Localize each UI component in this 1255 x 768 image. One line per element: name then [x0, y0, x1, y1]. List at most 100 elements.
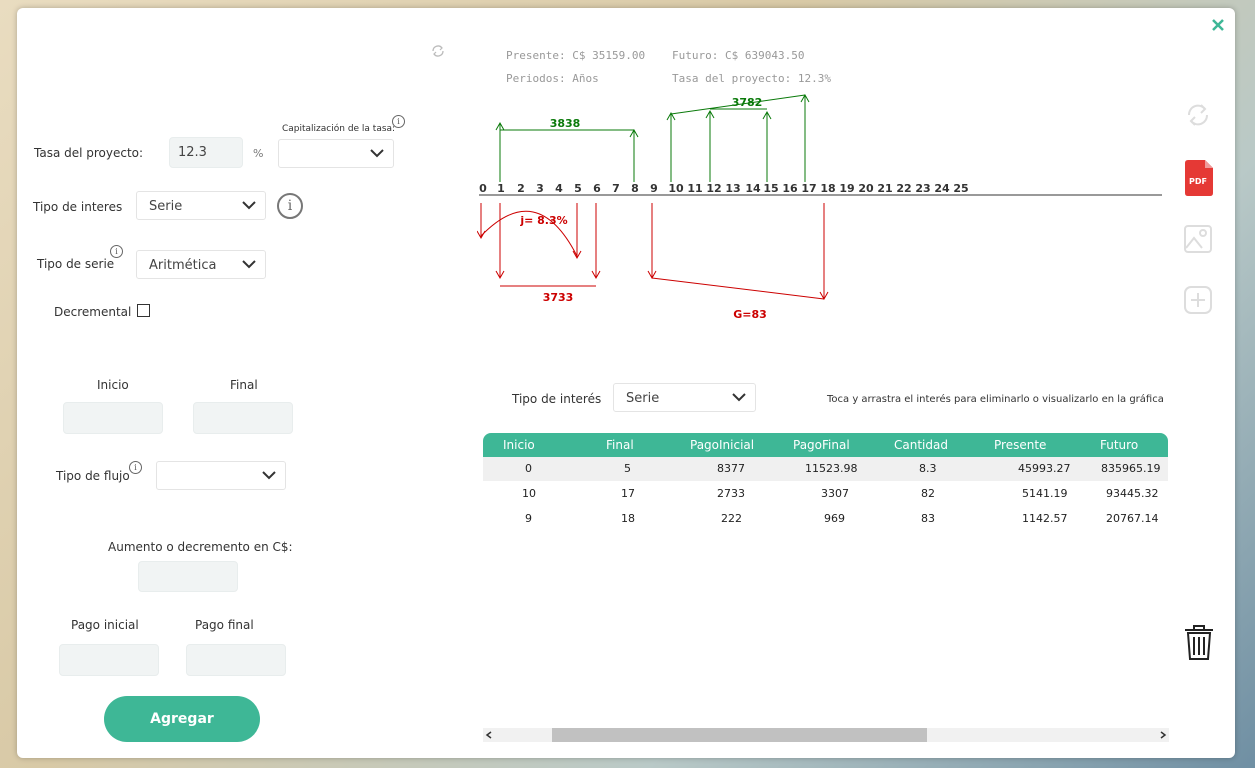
- tick-label: 19: [839, 182, 854, 195]
- chevron-down-icon: [242, 201, 256, 210]
- tick-label: 6: [593, 182, 601, 195]
- tick-label: 18: [820, 182, 835, 195]
- label-3838: 3838: [550, 117, 581, 130]
- cell-pagoinicial: 8377: [717, 462, 745, 475]
- header-cantidad[interactable]: Cantidad: [894, 438, 948, 452]
- info-icon[interactable]: i: [277, 193, 303, 219]
- decremental-checkbox[interactable]: [137, 304, 150, 317]
- cell-cantidad: 83: [921, 512, 935, 525]
- pago-final-input[interactable]: [186, 644, 286, 676]
- tipo-serie-value: Aritmética: [149, 258, 217, 273]
- header-inicio[interactable]: Inicio: [503, 438, 535, 452]
- info-icon[interactable]: i: [129, 461, 142, 474]
- header-presente[interactable]: Presente: [994, 438, 1046, 452]
- tipo-interes-value: Serie: [149, 199, 183, 214]
- table-row[interactable]: 9 18 222 969 83 1142.57 20767.14: [483, 507, 1168, 531]
- final-input[interactable]: [193, 402, 293, 434]
- table-header: Inicio Final PagoInicial PagoFinal Canti…: [483, 433, 1168, 457]
- tick-label: 23: [915, 182, 930, 195]
- trash-icon[interactable]: [1182, 624, 1216, 662]
- hint-text: Toca y arrastra el interés para eliminar…: [827, 394, 1164, 405]
- tasa-input[interactable]: 12.3: [169, 137, 243, 168]
- cell-pagofinal: 3307: [821, 487, 849, 500]
- refresh-icon[interactable]: [1185, 102, 1211, 128]
- cell-pagoinicial: 2733: [717, 487, 745, 500]
- tick-label: 14: [745, 182, 761, 195]
- capitalizacion-select[interactable]: [278, 139, 394, 168]
- decremental-label: Decremental: [54, 305, 132, 319]
- tick-label: 5: [574, 182, 582, 195]
- scroll-right-icon[interactable]: [1159, 731, 1167, 739]
- tick-label: 11: [687, 182, 702, 195]
- pago-inicial-label: Pago inicial: [71, 618, 139, 632]
- table-row[interactable]: 0 5 8377 11523.98 8.3 45993.27 835965.19: [483, 457, 1168, 481]
- presente-text: Presente: C$ 35159.00: [506, 49, 646, 62]
- cell-presente: 45993.27: [1018, 462, 1071, 475]
- pago-final-label: Pago final: [195, 618, 254, 632]
- inicio-input[interactable]: [63, 402, 163, 434]
- cell-final: 17: [621, 487, 635, 500]
- label-3733: 3733: [543, 291, 574, 304]
- tick-label: 12: [706, 182, 721, 195]
- green-series-1-8: [495, 121, 639, 182]
- chevron-down-icon: [370, 149, 384, 158]
- header-final[interactable]: Final: [606, 438, 634, 452]
- tipo-flujo-select[interactable]: [156, 461, 286, 490]
- tipo-interes-right-label: Tipo de interés: [512, 392, 602, 406]
- timeline-ticks: 0 1 2 3 4 5 6 7 8 9 10 11 12 13 14 15 16 17 18 19 20 21 22 23 24…: [479, 182, 968, 195]
- header-futuro[interactable]: Futuro: [1100, 438, 1138, 452]
- cell-cantidad: 82: [921, 487, 935, 500]
- tick-label: 7: [612, 182, 620, 195]
- tipo-interes-right-select[interactable]: Serie: [613, 383, 756, 412]
- aumento-input[interactable]: [138, 561, 238, 592]
- chevron-down-icon: [262, 471, 276, 480]
- pago-inicial-input[interactable]: [59, 644, 159, 676]
- info-icon[interactable]: i: [110, 245, 123, 258]
- scroll-left-icon[interactable]: [485, 731, 493, 739]
- close-icon[interactable]: [1211, 18, 1225, 32]
- cell-presente: 5141.19: [1022, 487, 1068, 500]
- tick-label: 17: [801, 182, 816, 195]
- tick-label: 22: [896, 182, 911, 195]
- refresh-small-icon[interactable]: [430, 43, 446, 59]
- tick-label: 3: [536, 182, 544, 195]
- tipo-flujo-label: Tipo de flujo: [56, 469, 130, 483]
- tipo-interes-select[interactable]: Serie: [136, 191, 266, 220]
- tick-label: 10: [668, 182, 684, 195]
- agregar-button[interactable]: Agregar: [104, 696, 260, 742]
- tasa-unit: %: [253, 147, 264, 160]
- tick-label: 21: [877, 182, 892, 195]
- table-row[interactable]: 10 17 2733 3307 82 5141.19 93445.32: [483, 482, 1168, 506]
- image-icon[interactable]: [1183, 224, 1213, 254]
- tick-label: 1: [497, 182, 505, 195]
- header-pagoinicial[interactable]: PagoInicial: [690, 438, 754, 452]
- futuro-text: Futuro: C$ 639043.50: [672, 49, 805, 62]
- pdf-icon[interactable]: PDF: [1185, 160, 1213, 196]
- tick-label: 8: [631, 182, 639, 195]
- tick-label: 9: [650, 182, 658, 195]
- tipo-serie-select[interactable]: Aritmética: [136, 250, 266, 279]
- tick-label: 20: [858, 182, 874, 195]
- cell-inicio: 0: [525, 462, 532, 475]
- cell-futuro: 93445.32: [1106, 487, 1159, 500]
- chevron-down-icon: [732, 393, 746, 402]
- cell-pagofinal: 11523.98: [805, 462, 858, 475]
- cell-futuro: 20767.14: [1106, 512, 1159, 525]
- tick-label: 13: [725, 182, 740, 195]
- scrollbar-thumb[interactable]: [552, 728, 927, 742]
- info-icon[interactable]: i: [392, 115, 405, 128]
- add-icon[interactable]: [1183, 285, 1213, 315]
- cash-flow-diagram[interactable]: 0 1 2 3 4 5 6 7 8 9 10 11 12 13 14 15 16 17 18 19 20 21 22 23 24…: [477, 78, 1177, 328]
- modal-dialog: Tasa del proyecto: 12.3 % Capitalización…: [17, 8, 1235, 758]
- pdf-label: PDF: [1189, 177, 1207, 186]
- label-j: j= 8.3%: [519, 214, 567, 227]
- cell-cantidad: 8.3: [919, 462, 937, 475]
- horizontal-scrollbar[interactable]: [483, 728, 1169, 742]
- tipo-interes-right-value: Serie: [626, 391, 660, 406]
- header-pagofinal[interactable]: PagoFinal: [793, 438, 850, 452]
- label-3782: 3782: [732, 96, 763, 109]
- cell-pagofinal: 969: [824, 512, 845, 525]
- tipo-interes-label: Tipo de interes: [33, 200, 123, 214]
- tick-label: 2: [517, 182, 525, 195]
- cell-inicio: 10: [522, 487, 536, 500]
